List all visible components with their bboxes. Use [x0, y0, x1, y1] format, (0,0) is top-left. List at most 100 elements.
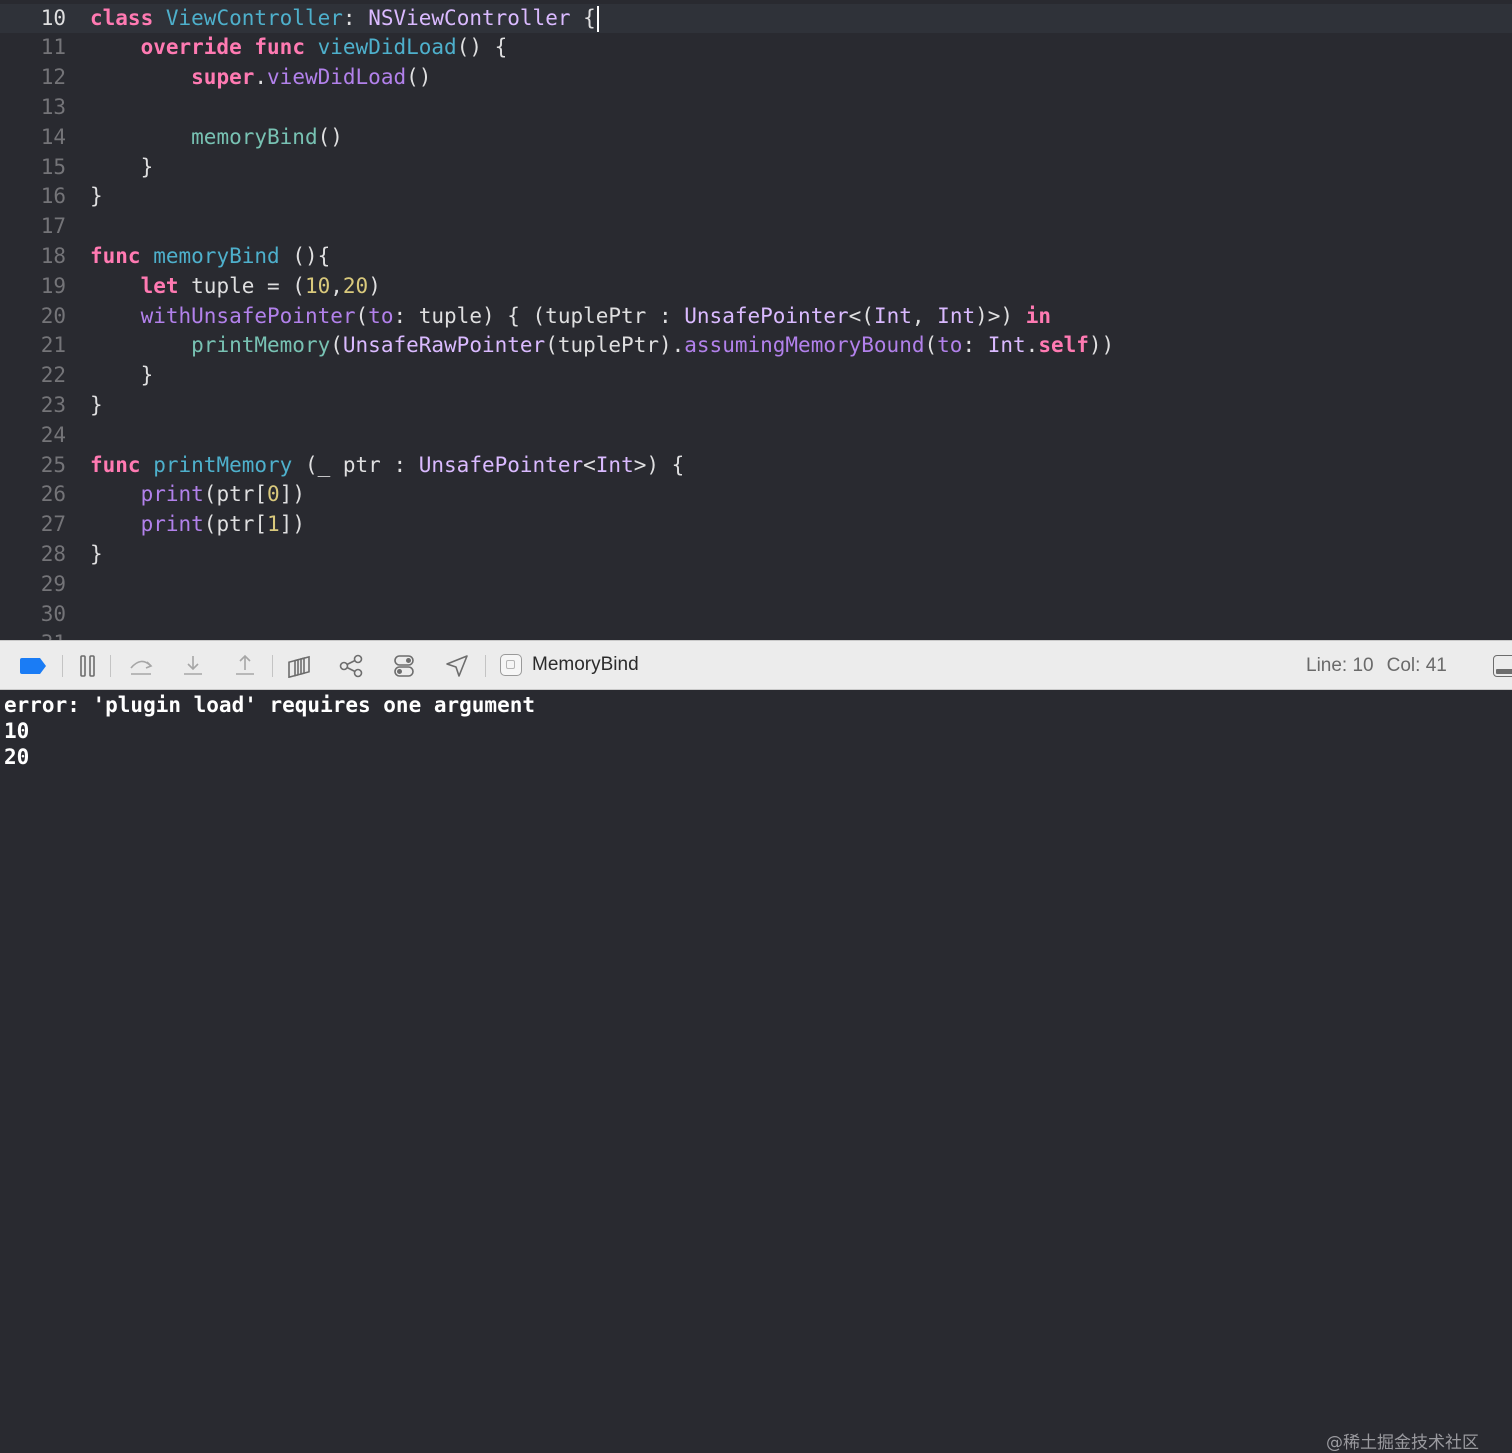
line-number: 31 — [0, 629, 66, 640]
code-text[interactable]: func memoryBind (){ — [90, 242, 330, 272]
step-over-icon — [130, 660, 153, 675]
code-token: to — [368, 303, 394, 328]
code-token: printMemory — [191, 333, 331, 358]
breakpoints-toggle-button[interactable] — [19, 652, 47, 680]
environment-overrides-button[interactable] — [390, 652, 418, 680]
line-number: 30 — [40, 601, 66, 626]
code-line[interactable]: 13 — [0, 93, 1512, 123]
code-line[interactable]: 23} — [0, 391, 1512, 421]
code-line[interactable]: 17 — [0, 212, 1512, 242]
code-token: ( — [330, 333, 343, 358]
pause-icon — [80, 655, 95, 677]
code-token: , — [911, 303, 938, 328]
code-text[interactable]: withUnsafePointer(to: tuple) { (tuplePtr… — [90, 302, 1051, 332]
code-text[interactable]: } — [90, 540, 103, 570]
code-text[interactable]: print(ptr[1]) — [90, 510, 305, 540]
code-line[interactable]: 30 — [0, 600, 1512, 630]
line-number: 29 — [40, 571, 66, 596]
code-text[interactable]: print(ptr[0]) — [90, 480, 305, 510]
source-editor[interactable]: 10 class ViewController: NSViewController… — [0, 0, 1512, 640]
panel-toggle-icon[interactable] — [1493, 655, 1512, 677]
code-line[interactable]: 21 printMemory(UnsafeRawPointer(tuplePtr… — [0, 331, 1512, 361]
code-token: to — [937, 333, 963, 358]
code-token: )) — [1088, 333, 1115, 358]
console-line: error: 'plugin load' requires one argume… — [4, 693, 536, 717]
code-line[interactable]: 25 func printMemory (_ ptr : UnsafePointe… — [0, 451, 1512, 481]
memory-graph-button[interactable] — [337, 652, 365, 680]
code-line[interactable]: 12 super.viewDidLoad() — [0, 63, 1512, 93]
code-text[interactable]: printMemory(UnsafeRawPointer(tuplePtr).a… — [90, 331, 1114, 361]
step-into-button[interactable] — [179, 652, 207, 680]
line-indicator: Line: 10 — [1306, 655, 1374, 676]
line-number: 20 — [40, 303, 66, 328]
code-line[interactable]: 22 } — [0, 361, 1512, 391]
code-line[interactable]: 20 withUnsafePointer(to: tuple) { (tuple… — [0, 302, 1512, 332]
code-token: } — [90, 184, 103, 209]
code-token: UnsafePointer — [684, 303, 849, 328]
code-token: } — [90, 154, 154, 179]
code-text[interactable]: memoryBind() — [90, 123, 343, 153]
code-line[interactable]: 28} — [0, 540, 1512, 570]
debug-bar: MemoryBind Line: 10 Col: 41 — [0, 640, 1512, 690]
code-line[interactable]: 18 func memoryBind (){ — [0, 242, 1512, 272]
code-text[interactable]: } — [90, 391, 103, 421]
line-number: 13 — [40, 94, 66, 119]
step-over-button[interactable] — [127, 652, 155, 680]
view-debugger-button[interactable] — [285, 652, 313, 680]
step-out-icon — [236, 654, 254, 675]
debug-console[interactable]: error: 'plugin load' requires one argume… — [0, 690, 1512, 1453]
code-line[interactable]: 26 print(ptr[0]) — [0, 480, 1512, 510]
code-line[interactable]: 14 memoryBind() — [0, 123, 1512, 153]
code-text[interactable]: } — [90, 182, 103, 212]
code-text[interactable]: } — [90, 153, 154, 183]
step-into-icon — [184, 656, 202, 675]
code-text[interactable]: } — [90, 361, 154, 391]
code-token: : tuple) { (tuplePtr : — [393, 303, 685, 328]
console-line: 10 — [4, 719, 30, 743]
code-token: ]) — [279, 482, 305, 507]
code-text[interactable]: func printMemory (_ ptr : UnsafePointer<… — [90, 451, 684, 481]
code-token: ]) — [279, 512, 305, 537]
code-token: , — [330, 273, 343, 298]
code-line[interactable]: 19 let tuple = (10,20) — [0, 272, 1512, 302]
simulate-location-button[interactable] — [443, 652, 471, 680]
code-token: ( — [924, 333, 938, 358]
line-number: 14 — [40, 124, 66, 149]
code-token: Int — [937, 303, 976, 328]
code-line[interactable]: 24 — [0, 421, 1512, 451]
code-line[interactable]: 11 override func viewDidLoad() { — [0, 33, 1512, 63]
code-text[interactable]: let tuple = (10,20) — [90, 272, 381, 302]
line-number: 21 — [40, 333, 66, 358]
code-line[interactable]: 31 — [0, 629, 1512, 640]
code-line[interactable]: 29 — [0, 570, 1512, 600]
code-token: super — [191, 65, 255, 90]
code-line[interactable]: 15 } — [0, 153, 1512, 183]
code-token: )>) — [975, 303, 1026, 328]
step-out-button[interactable] — [231, 652, 259, 680]
line-number: 11 — [40, 35, 66, 60]
code-line[interactable]: 16} — [0, 182, 1512, 212]
code-token: >) { — [633, 452, 685, 477]
toolbar-divider — [272, 655, 273, 677]
code-token: UnsafeRawPointer — [342, 333, 546, 358]
code-line[interactable]: 27 print(ptr[1]) — [0, 510, 1512, 540]
code-token: 1 — [267, 512, 280, 537]
code-text[interactable]: super.viewDidLoad() — [90, 63, 431, 93]
code-text[interactable]: override func viewDidLoad() { — [90, 33, 508, 63]
code-token: } — [90, 363, 154, 388]
code-line[interactable]: 10 class ViewController: NSViewController… — [0, 3, 1512, 34]
target-name[interactable]: MemoryBind — [532, 654, 639, 676]
code-text[interactable]: class ViewController: NSViewController { — [90, 4, 599, 34]
line-number: 24 — [40, 422, 66, 447]
code-token: viewDidLoad — [317, 35, 457, 60]
code-token: ) — [368, 273, 381, 298]
line-number: 15 — [40, 154, 66, 179]
pause-button[interactable] — [74, 652, 102, 680]
